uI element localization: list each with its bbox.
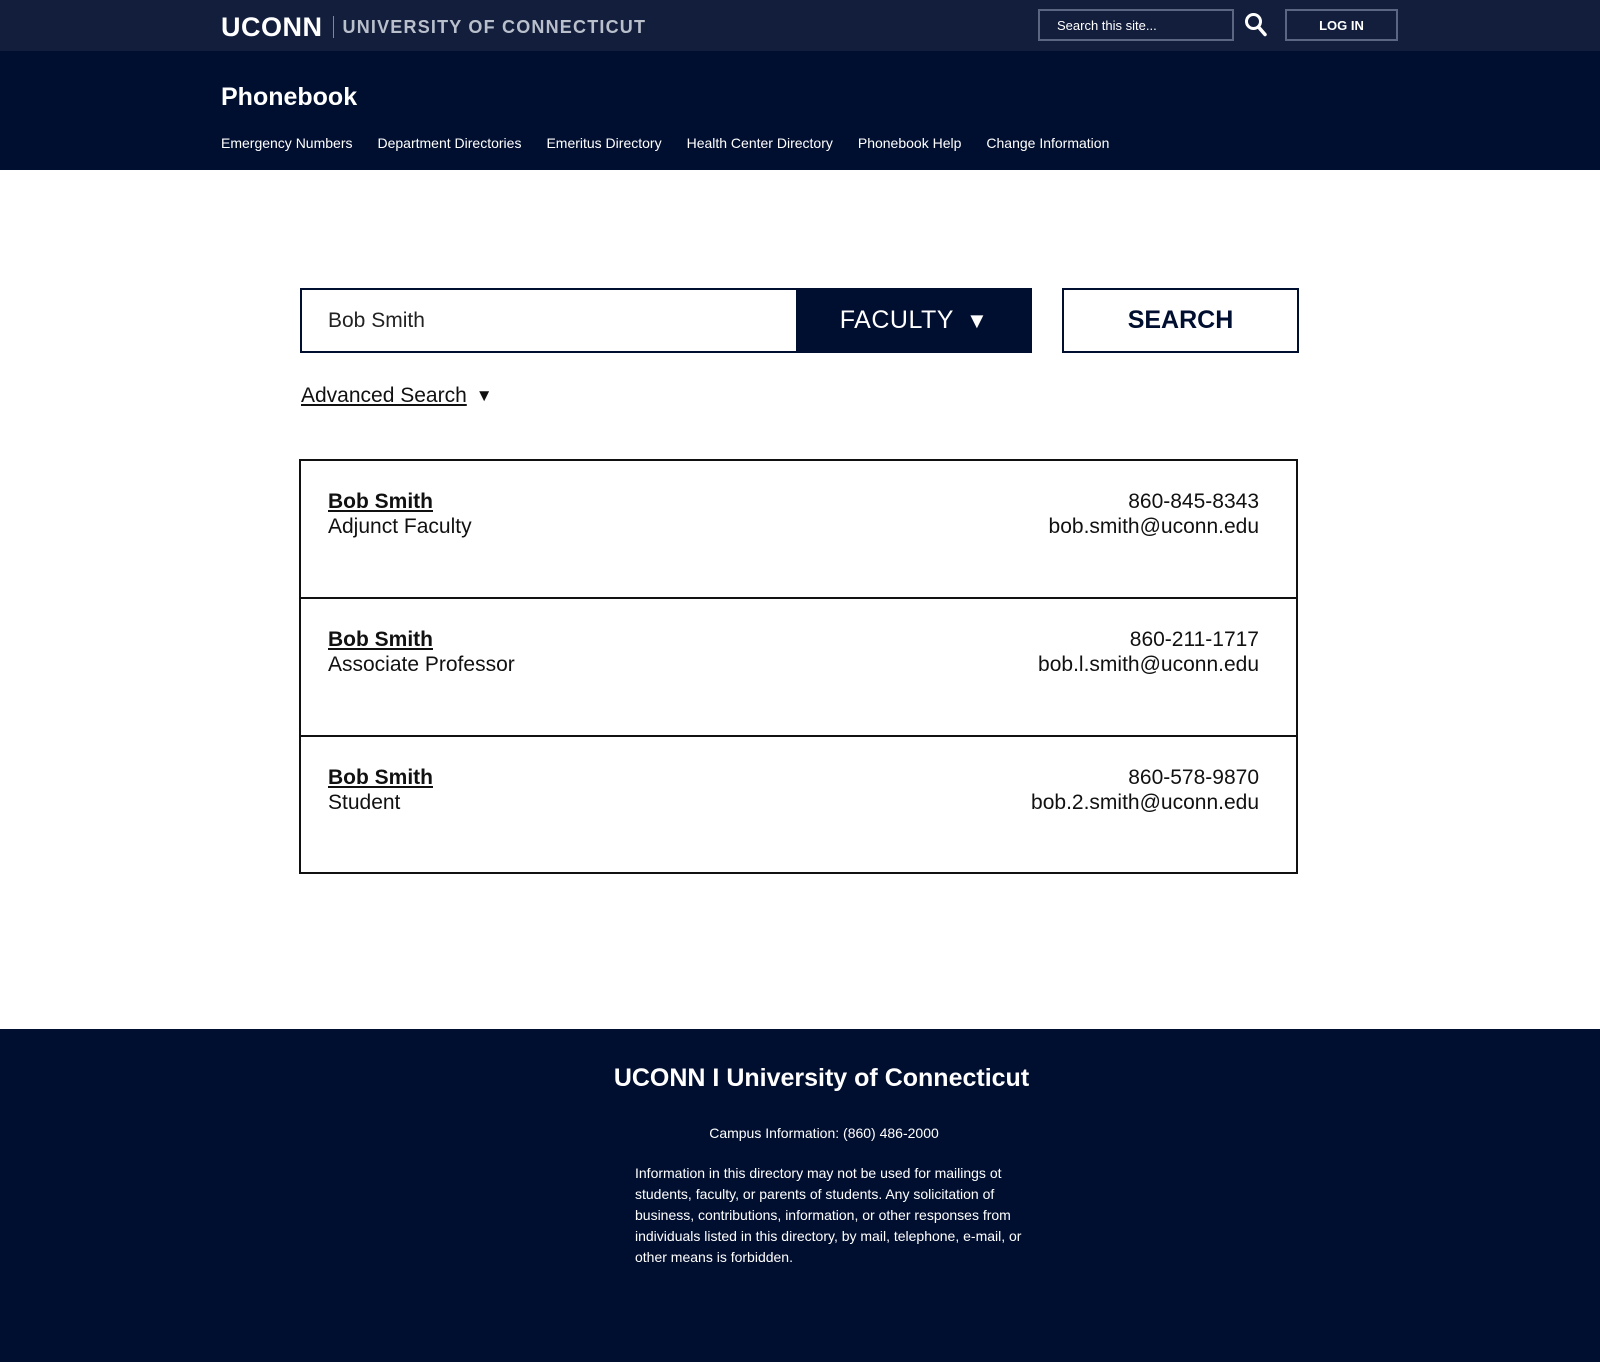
result-name-link[interactable]: Bob Smith [328, 766, 433, 790]
nav-health-center-directory[interactable]: Health Center Directory [687, 135, 833, 151]
phonebook-header: Phonebook Emergency Numbers Department D… [0, 51, 1600, 170]
result-email: bob.2.smith@uconn.edu [1031, 791, 1259, 814]
result-item: Bob Smith Adjunct Faculty 860-845-8343 b… [301, 461, 1296, 599]
advanced-search-toggle[interactable]: Advanced Search ▼ [301, 384, 493, 408]
nav-emergency-numbers[interactable]: Emergency Numbers [221, 135, 353, 151]
caret-down-icon: ▼ [965, 307, 989, 333]
page-title[interactable]: Phonebook [221, 83, 357, 112]
advanced-search-label: Advanced Search [301, 384, 467, 407]
result-name-link[interactable]: Bob Smith [328, 490, 433, 514]
brand-divider [332, 16, 334, 38]
result-title: Associate Professor [328, 653, 515, 676]
results-list: Bob Smith Adjunct Faculty 860-845-8343 b… [299, 459, 1298, 874]
result-title: Student [328, 791, 401, 814]
main-nav: Emergency Numbers Department Directories… [221, 135, 1134, 151]
result-email: bob.smith@uconn.edu [1048, 515, 1259, 538]
nav-emeritus-directory[interactable]: Emeritus Directory [546, 135, 661, 151]
login-button[interactable]: LOG IN [1285, 9, 1398, 41]
name-search-input[interactable] [300, 288, 796, 353]
brand-university-name: UNIVERSITY OF CONNECTICUT [342, 17, 647, 37]
category-dropdown[interactable]: FACULTY ▼ [796, 288, 1032, 353]
result-email: bob.l.smith@uconn.edu [1038, 653, 1259, 676]
nav-department-directories[interactable]: Department Directories [378, 135, 522, 151]
footer-campus-info: Campus Information: (860) 486-2000 [709, 1125, 939, 1141]
top-utility-bar: UCONN UNIVERSITY OF CONNECTICUT LOG IN [0, 0, 1600, 51]
brand-logo[interactable]: UCONN UNIVERSITY OF CONNECTICUT [221, 12, 646, 42]
nav-change-information[interactable]: Change Information [986, 135, 1109, 151]
site-search-input[interactable] [1038, 9, 1234, 41]
caret-down-icon: ▼ [475, 386, 493, 405]
result-item: Bob Smith Associate Professor 860-211-17… [301, 599, 1296, 737]
result-phone: 860-578-9870 [1128, 766, 1259, 789]
category-selected-value: FACULTY [839, 306, 954, 334]
result-title: Adjunct Faculty [328, 515, 472, 538]
site-footer: UCONN I University of Connecticut Campus… [0, 1029, 1600, 1362]
nav-phonebook-help[interactable]: Phonebook Help [858, 135, 962, 151]
footer-title: UCONN I University of Connecticut [613, 1064, 1030, 1092]
result-phone: 860-211-1717 [1129, 628, 1259, 651]
search-button[interactable]: SEARCH [1062, 288, 1299, 353]
search-icon[interactable] [1244, 12, 1268, 38]
result-item: Bob Smith Student 860-578-9870 bob.2.smi… [301, 737, 1296, 875]
result-name-link[interactable]: Bob Smith [328, 628, 433, 652]
footer-notice: Information in this directory may not be… [635, 1165, 1022, 1265]
result-phone: 860-845-8343 [1128, 490, 1259, 513]
brand-uconn-wordmark: UCONN [221, 12, 323, 42]
